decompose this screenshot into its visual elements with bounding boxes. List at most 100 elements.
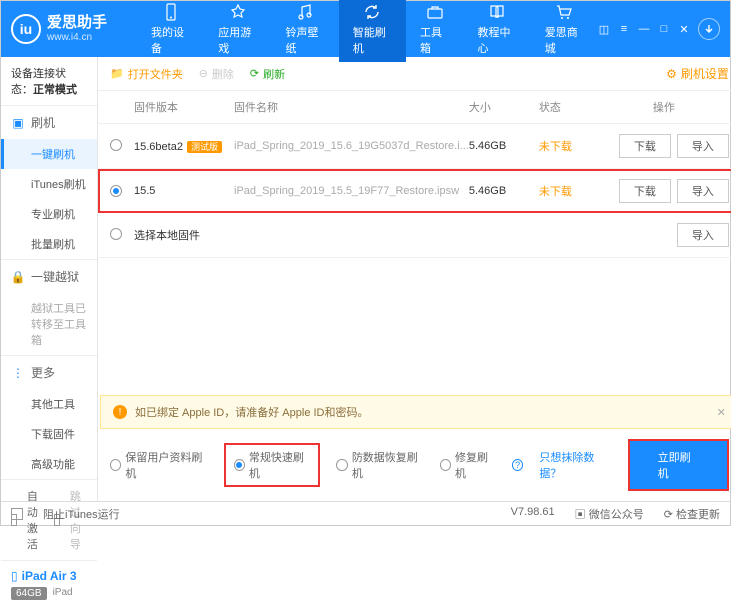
table-row[interactable]: 15.5 iPad_Spring_2019_15.5_19F77_Restore…	[98, 169, 731, 213]
sidebar-flash-head[interactable]: ▣刷机	[1, 106, 97, 139]
wechat-label: 微信公众号	[589, 509, 644, 521]
menu-icon[interactable]: ≡	[618, 23, 630, 35]
btn-label: 打开文件夹	[128, 66, 183, 82]
device-type: iPad	[53, 587, 73, 600]
row-radio[interactable]	[110, 185, 122, 197]
erase-link[interactable]: 只想抹除数据？	[539, 449, 611, 481]
nav-flash[interactable]: 智能刷机	[339, 0, 406, 62]
device-name: iPad Air 3	[22, 569, 77, 583]
close-icon[interactable]: ✕	[717, 406, 726, 419]
flash-settings-button[interactable]: ⚙ 刷机设置	[666, 65, 729, 82]
nav-label: 工具箱	[420, 24, 449, 56]
col-version: 固件版本	[134, 99, 234, 115]
import-button[interactable]: 导入	[677, 134, 729, 158]
status-value: 正常模式	[33, 84, 77, 96]
wechat-icon: ▣	[575, 509, 589, 521]
nav-label: 我的设备	[151, 24, 190, 56]
folder-icon: 📁	[110, 67, 124, 80]
brand: 爱思助手 www.i4.cn	[47, 15, 107, 43]
beta-badge: 测试版	[187, 141, 222, 153]
nav-tutorials[interactable]: 教程中心	[463, 0, 530, 62]
import-button[interactable]: 导入	[677, 223, 729, 247]
radio-icon	[110, 459, 121, 471]
sidebar-item-itunes[interactable]: iTunes刷机	[1, 169, 97, 199]
sidebar-item-othertools[interactable]: 其他工具	[1, 389, 97, 419]
sidebar-jailbreak-head[interactable]: 🔒一键越狱	[1, 260, 97, 293]
col-ops: 操作	[599, 99, 729, 115]
sidebar-item-downloadfw[interactable]: 下载固件	[1, 419, 97, 449]
radio-icon	[234, 459, 245, 471]
device-card[interactable]: ▯iPad Air 3 64GBiPad	[1, 560, 97, 608]
flash-now-button[interactable]: 立即刷机	[628, 439, 729, 491]
opt-repair[interactable]: 修复刷机	[440, 449, 496, 481]
brand-url: www.i4.cn	[47, 32, 107, 43]
nav-apps[interactable]: 应用游戏	[204, 0, 271, 62]
nav-label: 铃声壁纸	[286, 24, 325, 56]
sidebar-more-head[interactable]: ⋮ 更多	[1, 356, 97, 389]
import-button[interactable]: 导入	[677, 179, 729, 203]
download-button[interactable]: 下载	[619, 179, 671, 203]
row-radio[interactable]	[110, 139, 122, 151]
check-update-link[interactable]: ⟳ 检查更新	[664, 506, 720, 522]
local-fw-label: 选择本地固件	[134, 227, 599, 243]
delete-button[interactable]: ⊖删除	[199, 66, 234, 82]
opt-normal[interactable]: 常规快速刷机	[224, 443, 321, 487]
row-radio[interactable]	[110, 228, 122, 240]
nav-label: 智能刷机	[353, 24, 392, 56]
col-name: 固件名称	[234, 99, 469, 115]
nav-toolbox[interactable]: 工具箱	[406, 0, 463, 62]
nav-label: 教程中心	[477, 24, 516, 56]
toolbar: 📁 打开文件夹 ⊖删除 ⟳ 刷新 ⚙ 刷机设置	[98, 57, 731, 91]
sidebar-item-batch[interactable]: 批量刷机	[1, 229, 97, 259]
music-icon	[295, 2, 315, 22]
fw-version: 15.5	[134, 185, 234, 197]
table-header: 固件版本 固件名称 大小 状态 操作	[98, 91, 731, 124]
table-row-local[interactable]: 选择本地固件 导入	[98, 213, 731, 258]
wechat-link[interactable]: ▣ 微信公众号	[575, 506, 644, 522]
nav-label: 应用游戏	[218, 24, 257, 56]
nav-my-device[interactable]: 我的设备	[137, 0, 204, 62]
download-button[interactable]: 下载	[619, 134, 671, 158]
fw-size: 5.46GB	[469, 185, 539, 197]
storage-badge: 64GB	[11, 587, 47, 600]
toolbox-icon	[425, 2, 445, 22]
refresh-icon: ⟳	[250, 67, 259, 80]
table-row[interactable]: 15.6beta2测试版 iPad_Spring_2019_15.6_19G50…	[98, 124, 731, 169]
fw-name: iPad_Spring_2019_15.6_19G5037d_Restore.i…	[234, 140, 469, 152]
btn-label: 刷机设置	[681, 65, 729, 82]
gear-icon: ⚙	[666, 67, 677, 81]
sidebar-item-pro[interactable]: 专业刷机	[1, 199, 97, 229]
book-icon	[487, 2, 507, 22]
notice-text: 如已绑定 Apple ID，请准备好 Apple ID和密码。	[135, 404, 369, 420]
nav-label: 爱思商城	[545, 24, 584, 56]
sidebar-jailbreak-note: 越狱工具已转移至工具箱	[1, 293, 97, 355]
auto-activate-label: 自动激活	[27, 488, 44, 552]
sidebar-item-oneclick[interactable]: 一键刷机	[1, 139, 97, 169]
minimize-icon[interactable]: —	[638, 23, 650, 35]
window-controls: ◫ ≡ — □ ✕	[598, 23, 690, 35]
maximize-icon[interactable]: □	[658, 23, 670, 35]
refresh-button[interactable]: ⟳ 刷新	[250, 66, 285, 82]
download-manager-icon[interactable]	[698, 18, 720, 40]
nav-store[interactable]: 爱思商城	[531, 0, 598, 62]
close-icon[interactable]: ✕	[678, 23, 690, 35]
skin-icon[interactable]: ◫	[598, 23, 610, 35]
opt-antirecovery[interactable]: 防数据恢复刷机	[336, 449, 423, 481]
cart-icon	[554, 2, 574, 22]
more-icon: ⋮	[11, 366, 25, 380]
open-folder-button[interactable]: 📁 打开文件夹	[110, 66, 183, 82]
app-logo: iu	[11, 14, 41, 44]
sidebar-item-advanced[interactable]: 高级功能	[1, 449, 97, 479]
block-itunes-checkbox[interactable]	[11, 508, 23, 520]
opt-label: 保留用户资料刷机	[125, 449, 207, 481]
opt-keep[interactable]: 保留用户资料刷机	[110, 449, 208, 481]
flash-options: 保留用户资料刷机 常规快速刷机 防数据恢复刷机 修复刷机 ? 只想抹除数据？ 立…	[98, 429, 731, 501]
nav-ringtones[interactable]: 铃声壁纸	[272, 0, 339, 62]
fw-status: 未下载	[539, 138, 599, 154]
section-title: 更多	[31, 364, 55, 381]
sidebar: 设备连接状态：正常模式 ▣刷机 一键刷机 iTunes刷机 专业刷机 批量刷机 …	[1, 57, 98, 501]
help-icon[interactable]: ?	[512, 459, 523, 471]
btn-label: 刷新	[263, 66, 285, 82]
opt-label: 常规快速刷机	[249, 449, 311, 481]
main-panel: 📁打开文件夹 ⊖删除 ⟳刷新 ⚙刷机设置 固件版本 固件名称 大小 状态 操作 …	[98, 57, 731, 501]
